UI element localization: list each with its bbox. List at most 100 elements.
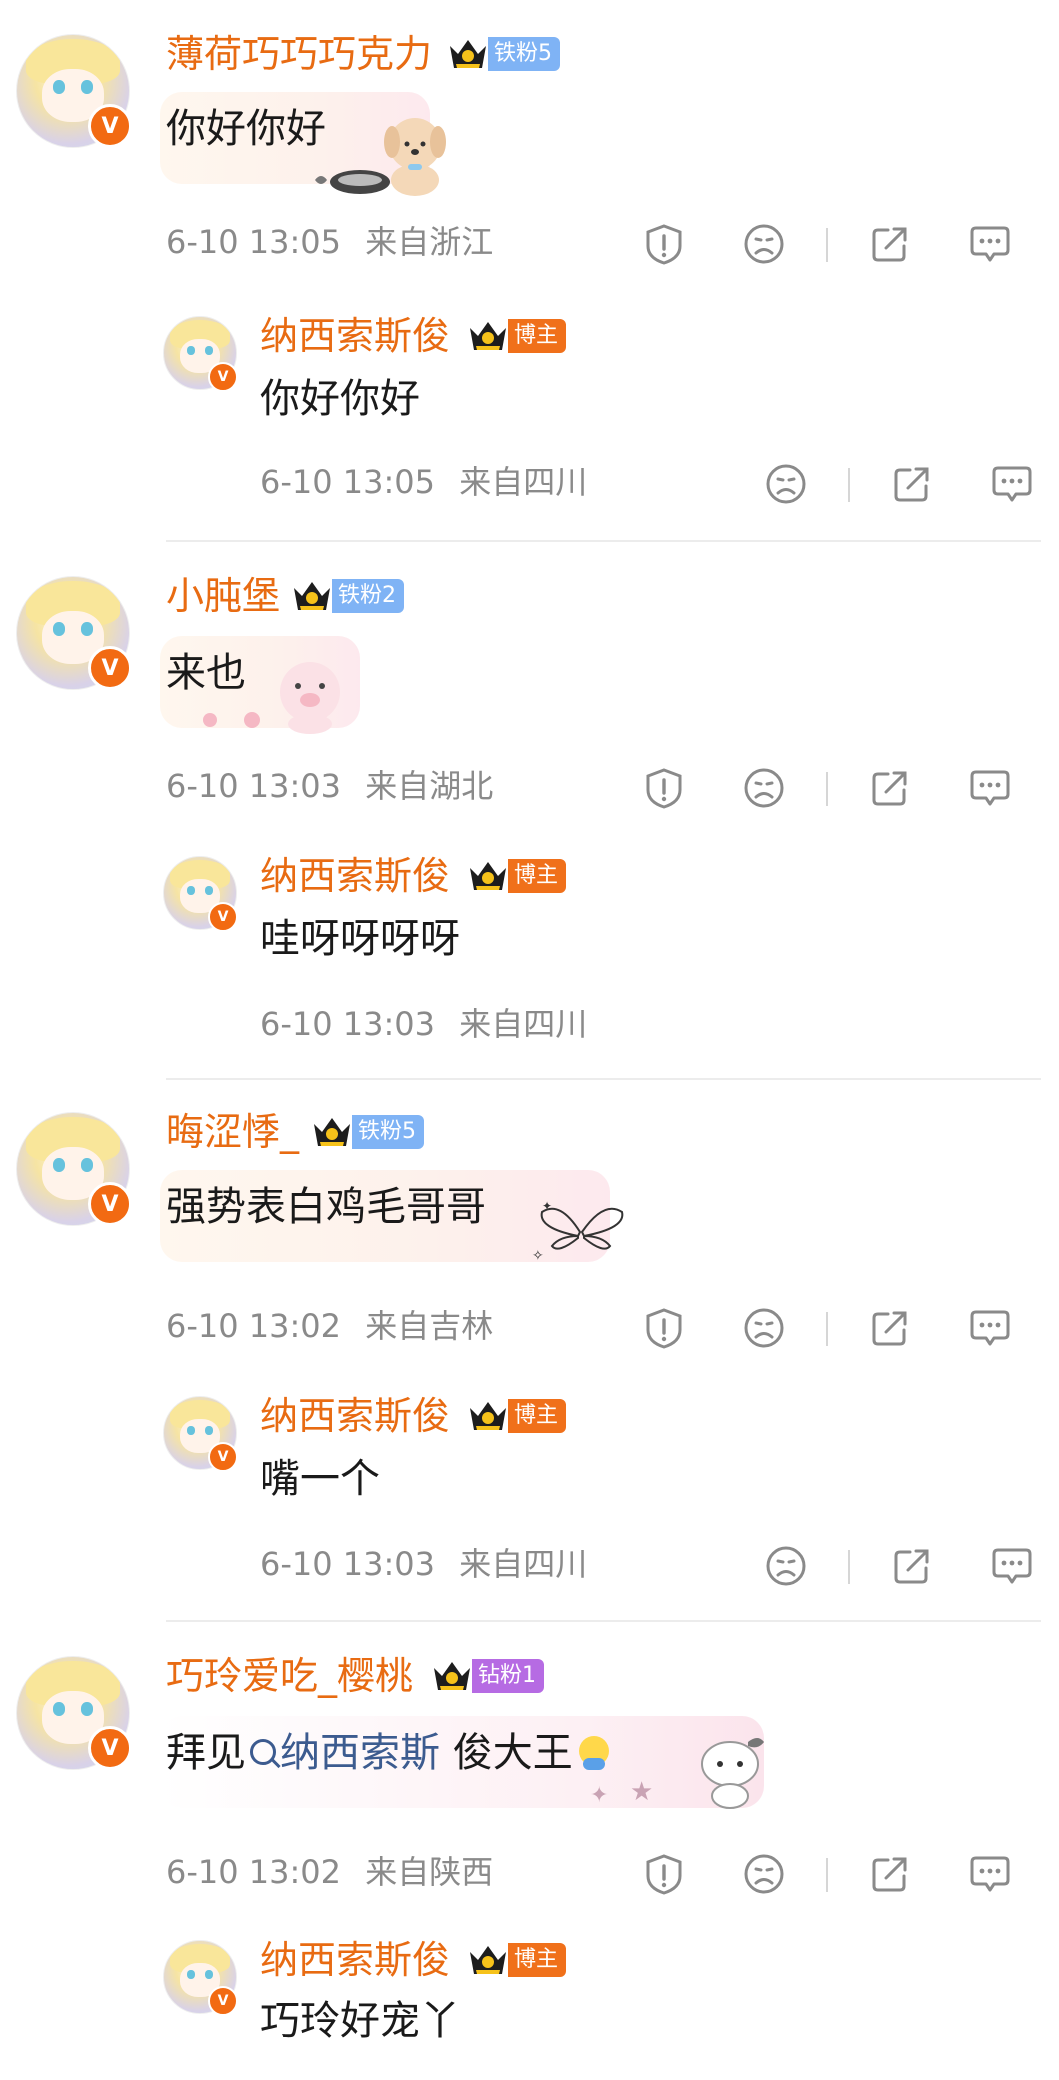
username[interactable]: 纳西索斯俊	[260, 314, 450, 358]
share-icon[interactable]	[868, 1306, 912, 1350]
comment-icon[interactable]	[990, 1544, 1034, 1588]
dislike-face-icon[interactable]	[742, 222, 786, 266]
comment-icon[interactable]	[968, 1852, 1012, 1896]
host-badge: 博主	[508, 319, 567, 353]
reply-meta: 6-10 13:03 来自四川	[260, 1544, 587, 1584]
share-icon[interactable]	[868, 766, 912, 810]
comment-divider	[166, 1078, 1041, 1080]
comment-meta: 6-10 13:05 来自浙江	[166, 222, 493, 262]
crown-icon	[314, 1118, 350, 1146]
host-badge: 博主	[508, 1399, 567, 1433]
crown-icon	[294, 582, 330, 610]
svg-text:✦: ✦	[542, 1199, 552, 1213]
reply-time: 6-10 13:03	[260, 1005, 436, 1043]
username[interactable]: 晦涩悸_	[166, 1110, 299, 1154]
comment-list: V 薄荷巧巧巧克力 铁粉5 你好你好 6-10 13:05 来自浙江 V 纳西索…	[0, 0, 1059, 2080]
username[interactable]: 薄荷巧巧巧克力	[166, 32, 432, 76]
svg-text:★: ★	[630, 1777, 653, 1807]
comment-location: 来自吉林	[365, 1307, 494, 1345]
report-icon[interactable]	[642, 222, 686, 266]
verified-v-badge: V	[88, 646, 132, 690]
host-badge: 博主	[508, 1943, 567, 1977]
fan-level-badge: 铁粉5	[352, 1115, 424, 1149]
comment-meta: 6-10 13:02 来自陕西	[166, 1852, 493, 1892]
comment-text: 拜见 纳西索斯 俊大王	[166, 1728, 609, 1778]
username[interactable]: 巧玲爱吃_樱桃	[166, 1654, 413, 1698]
comment-text-prefix: 拜见	[166, 1730, 246, 1776]
comment-divider	[166, 1620, 1041, 1622]
reply-location: 来自四川	[459, 463, 588, 501]
username[interactable]: 纳西索斯俊	[260, 854, 450, 898]
share-icon[interactable]	[890, 462, 934, 506]
verified-v-badge: V	[208, 902, 238, 932]
svg-text:✧: ✧	[532, 1248, 544, 1264]
comment-time: 6-10 13:05	[166, 223, 342, 261]
action-separator	[826, 1312, 828, 1346]
reply-location: 来自四川	[459, 1005, 588, 1043]
host-badge: 博主	[508, 859, 567, 893]
username[interactable]: 纳西索斯俊	[260, 1394, 450, 1438]
comment-meta: 6-10 13:03 来自湖北	[166, 766, 493, 806]
crown-icon	[450, 40, 486, 68]
fan-level-badge: 钻粉1	[472, 1659, 544, 1693]
user-badges[interactable]: 博主	[466, 314, 567, 358]
crown-icon	[470, 1402, 506, 1430]
comment-icon[interactable]	[968, 766, 1012, 810]
verified-v-badge: V	[88, 104, 132, 148]
comment-text: 强势表白鸡毛哥哥	[166, 1184, 486, 1230]
comment-divider	[166, 540, 1041, 542]
user-badges[interactable]: 博主	[466, 854, 567, 898]
comment-location: 来自湖北	[365, 767, 494, 805]
action-separator	[826, 1858, 828, 1892]
dislike-face-icon[interactable]	[742, 1306, 786, 1350]
comment-icon[interactable]	[968, 222, 1012, 266]
username[interactable]: 小肫堡	[166, 574, 280, 618]
share-icon[interactable]	[868, 222, 912, 266]
reply-meta: 6-10 13:03 来自四川	[260, 1004, 587, 1044]
verified-v-badge: V	[88, 1726, 132, 1770]
fan-level-badge: 铁粉5	[488, 37, 560, 71]
comment-time: 6-10 13:02	[166, 1307, 342, 1345]
reply-time: 6-10 13:05	[260, 463, 436, 501]
user-badges[interactable]: 博主	[466, 1394, 567, 1438]
crown-icon	[470, 862, 506, 890]
action-separator	[848, 468, 850, 502]
share-icon[interactable]	[890, 1544, 934, 1588]
dislike-face-icon[interactable]	[742, 1852, 786, 1896]
user-badges[interactable]: 钻粉1	[430, 1654, 544, 1698]
action-separator	[826, 772, 828, 806]
action-separator	[848, 1550, 850, 1584]
comment-icon[interactable]	[968, 1306, 1012, 1350]
mention-link[interactable]: 纳西索斯	[280, 1730, 440, 1776]
user-badges[interactable]: 铁粉5	[310, 1110, 424, 1154]
user-badges[interactable]: 铁粉2	[290, 574, 404, 618]
crown-icon	[434, 1662, 470, 1690]
svg-text:✦: ✦	[590, 1783, 608, 1808]
reply-meta: 6-10 13:05 来自四川	[260, 462, 587, 502]
verified-v-badge: V	[208, 362, 238, 392]
dislike-face-icon[interactable]	[764, 462, 808, 506]
verified-v-badge: V	[88, 1182, 132, 1226]
reply-text: 巧玲好宠丫	[260, 1998, 460, 2044]
crown-icon	[470, 1946, 506, 1974]
report-icon[interactable]	[642, 1852, 686, 1896]
comment-location: 来自陕西	[365, 1853, 494, 1891]
puppy-sticker-decoration	[315, 118, 446, 196]
action-separator	[826, 228, 828, 262]
butterfly-sticker-decoration: ✧ ✦	[532, 1199, 624, 1264]
comment-time: 6-10 13:02	[166, 1853, 342, 1891]
share-icon[interactable]	[868, 1852, 912, 1896]
user-badges[interactable]: 博主	[466, 1938, 567, 1982]
report-icon[interactable]	[642, 1306, 686, 1350]
dislike-face-icon[interactable]	[742, 766, 786, 810]
reply-text: 你好你好	[260, 376, 420, 422]
comment-icon[interactable]	[990, 462, 1034, 506]
comment-time: 6-10 13:03	[166, 767, 342, 805]
username[interactable]: 纳西索斯俊	[260, 1938, 450, 1982]
comment-location: 来自浙江	[365, 223, 494, 261]
report-icon[interactable]	[642, 766, 686, 810]
kitty-sticker-decoration: ✦ ★	[590, 1738, 764, 1809]
reply-time: 6-10 13:03	[260, 1545, 436, 1583]
user-badges[interactable]: 铁粉5	[446, 32, 560, 76]
dislike-face-icon[interactable]	[764, 1544, 808, 1588]
